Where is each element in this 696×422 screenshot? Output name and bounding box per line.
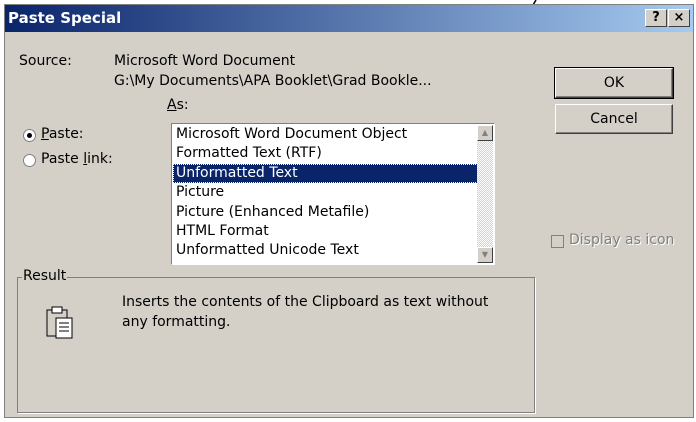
paste-special-dialog: Paste Special ? × Source: Microsoft Word… (4, 4, 694, 418)
format-list-item[interactable]: Picture (173, 183, 478, 202)
cancel-button[interactable]: Cancel (555, 104, 673, 134)
ok-button[interactable]: OK (554, 67, 674, 99)
dialog-title: Paste Special (8, 9, 122, 27)
display-as-icon-label: Display as icon (569, 232, 675, 248)
scroll-up-button[interactable]: ▲ (477, 125, 493, 141)
scroll-down-button[interactable]: ▼ (477, 247, 493, 263)
format-list-item[interactable]: HTML Format (173, 222, 478, 241)
source-name: Microsoft Word Document (114, 53, 296, 69)
format-list[interactable]: Microsoft Word Document Object Formatted … (171, 123, 495, 265)
paste-link-radio-label: Paste link: (41, 151, 113, 167)
format-list-item[interactable]: Unformatted Text (173, 163, 478, 184)
clipboard-paste-icon (46, 306, 73, 339)
help-button[interactable]: ? (645, 9, 667, 27)
source-label: Source: (19, 53, 72, 69)
format-list-scrollbar[interactable]: ▲ ▼ (477, 125, 493, 263)
paste-radio-label: Paste: (41, 126, 84, 142)
format-list-item[interactable]: Formatted Text (RTF) (173, 144, 478, 163)
result-text-line2: any formatting. (122, 314, 231, 330)
result-text-line1: Inserts the contents of the Clipboard as… (122, 294, 489, 310)
source-path: G:\My Documents\APA Booklet\Grad Bookle.… (114, 73, 432, 89)
format-list-item[interactable]: Microsoft Word Document Object (173, 125, 478, 144)
title-bar: Paste Special ? × (5, 5, 693, 32)
result-group: Result Inserts the contents of the Clipb… (17, 268, 535, 413)
paste-link-radio[interactable] (23, 154, 36, 167)
close-button[interactable]: × (668, 9, 690, 27)
format-list-item[interactable]: Picture (Enhanced Metafile) (173, 203, 478, 222)
result-group-label: Result (22, 268, 68, 284)
as-label: As: (167, 97, 189, 113)
display-as-icon-checkbox[interactable] (551, 235, 564, 248)
paste-radio[interactable] (23, 129, 36, 142)
format-list-item[interactable]: Unformatted Unicode Text (173, 241, 478, 260)
